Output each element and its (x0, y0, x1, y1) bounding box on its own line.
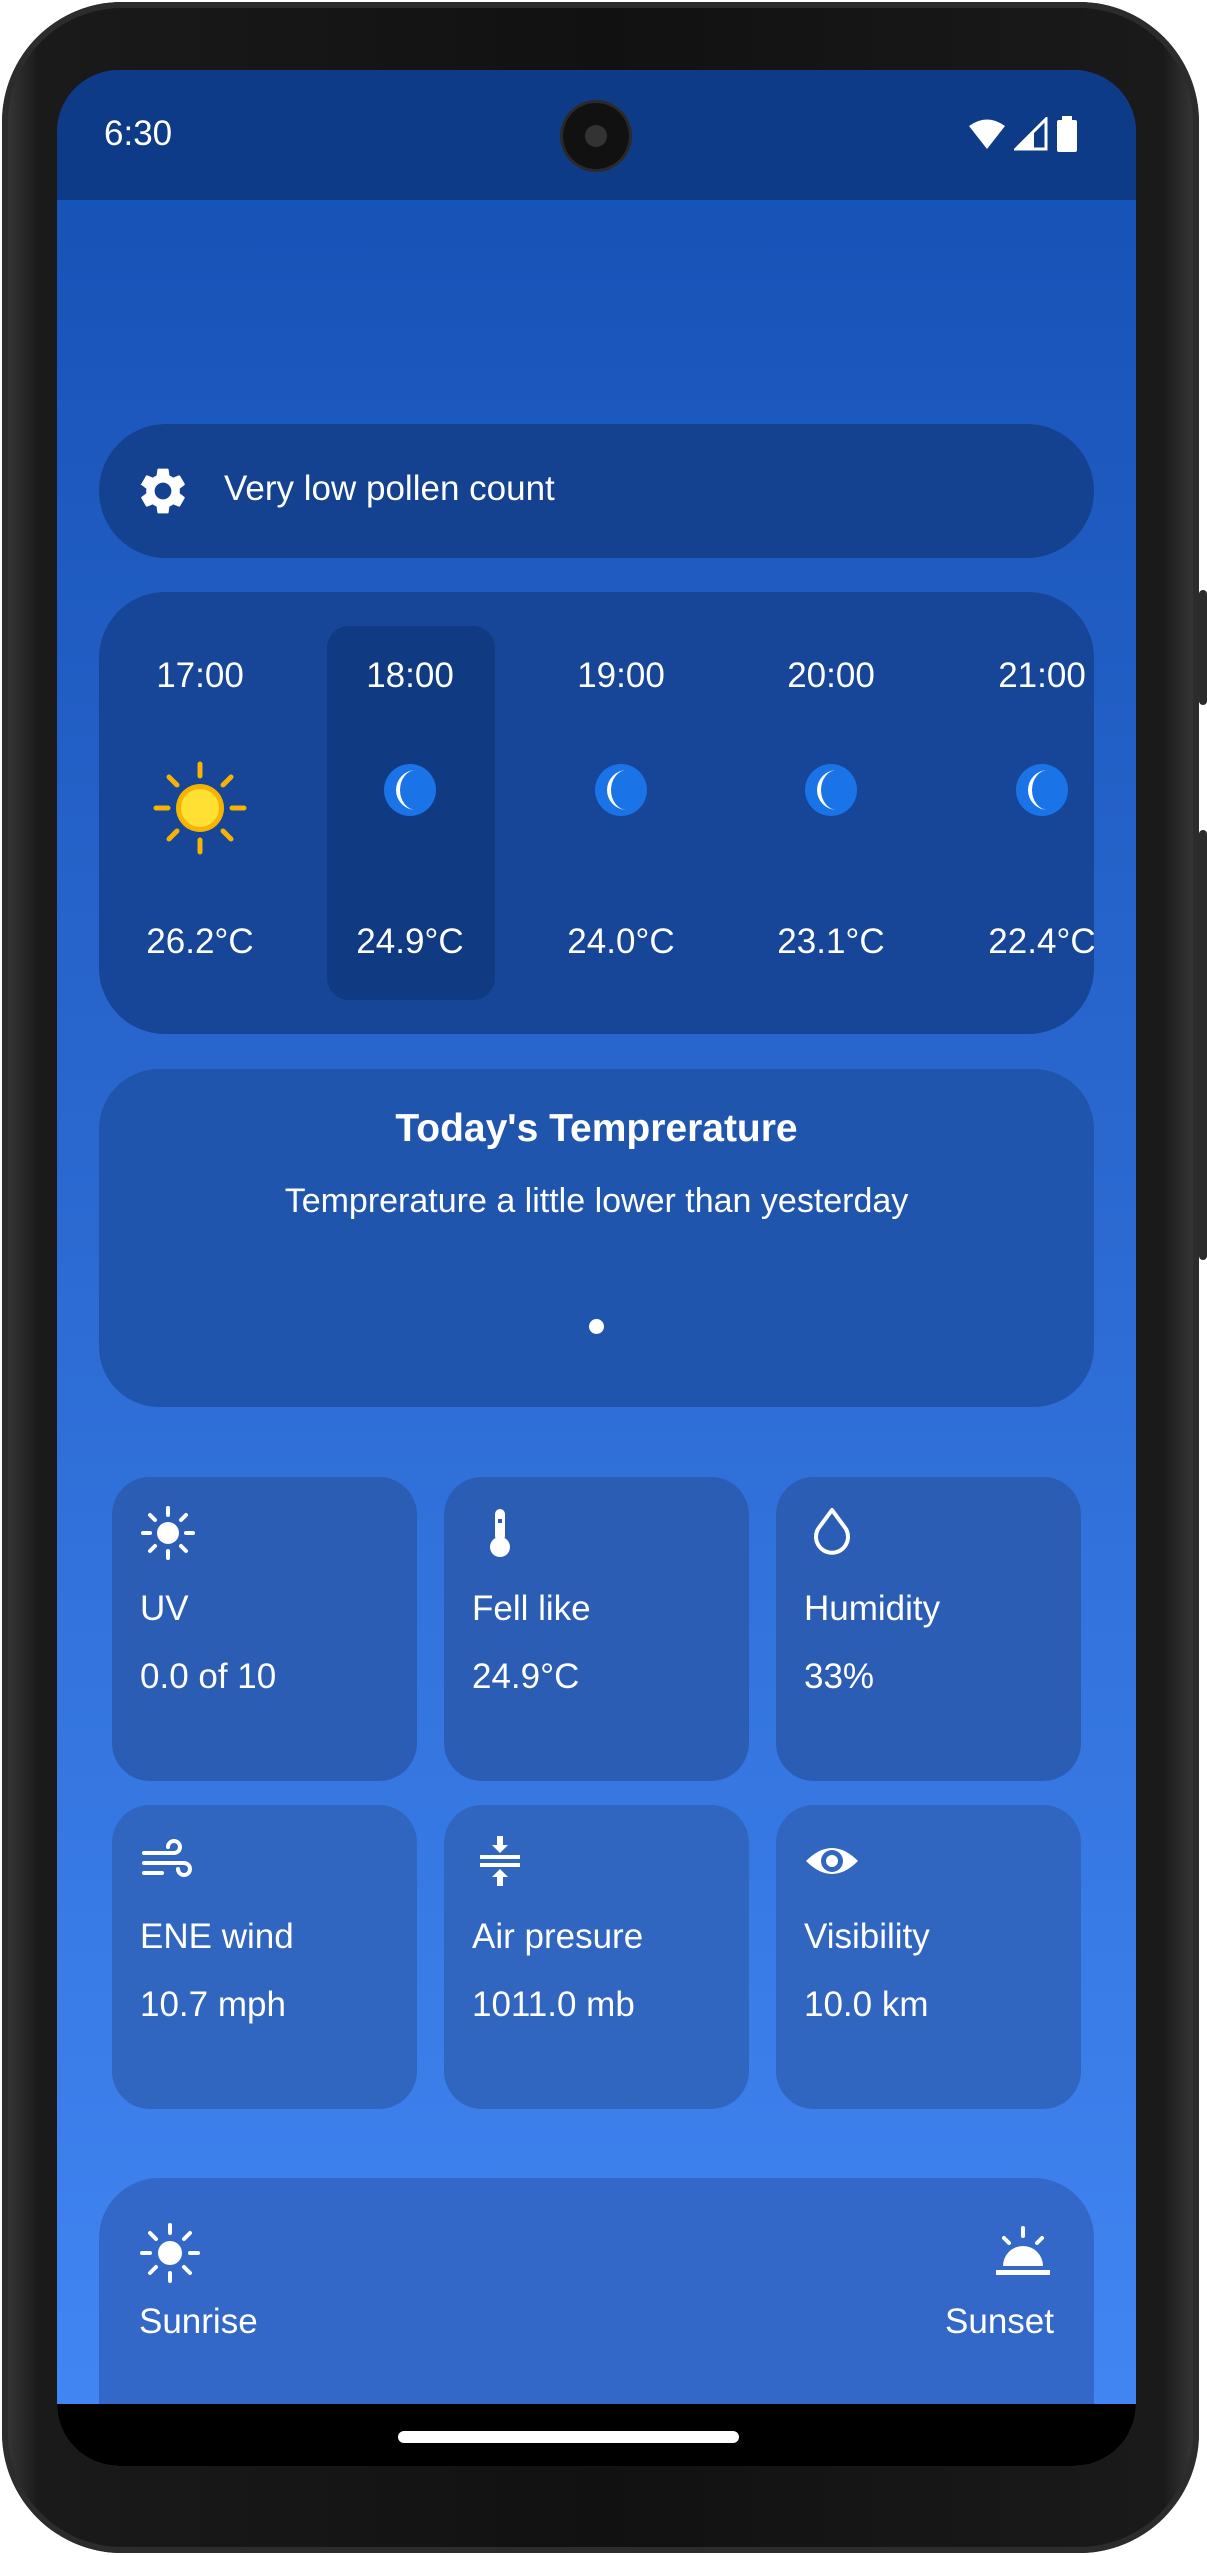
hour-temp: 22.4°C (988, 922, 1094, 961)
eye-icon (806, 1848, 858, 1874)
tile-value: 10.0 km (804, 1985, 929, 2024)
pollen-card[interactable]: Very low pollen count (99, 424, 1094, 558)
temperature-card[interactable]: Today's Temprerature Temprerature a litt… (99, 1069, 1094, 1407)
power-button (1199, 590, 1207, 705)
tile-label: Air presure (472, 1917, 644, 1956)
water-drop-icon (814, 1508, 850, 1555)
hour-time: 17:00 (156, 656, 244, 695)
feels-like-tile[interactable]: Fell like 24.9°C (444, 1477, 749, 1781)
sun-icon (153, 761, 247, 855)
temperature-subtitle: Temprerature a little lower than yesterd… (284, 1182, 909, 1220)
sunset-icon (996, 2226, 1050, 2275)
hour-temp: 23.1°C (777, 922, 885, 961)
sunrise-sunset-card[interactable]: Sunrise Sunset (99, 2178, 1094, 2428)
tile-label: Humidity (804, 1589, 941, 1628)
hour-item[interactable]: 21:00 22.4°C (957, 592, 1094, 1034)
signal-icon (1014, 117, 1048, 151)
moon-icon (805, 764, 857, 816)
tile-value: 0.0 of 10 (140, 1657, 277, 1696)
moon-icon (595, 764, 647, 816)
hour-time: 21:00 (998, 656, 1086, 695)
status-bar: 6:30 (57, 70, 1136, 200)
tile-label: UV (140, 1589, 189, 1628)
wind-icon (142, 1839, 192, 1877)
hour-temp: 24.0°C (567, 922, 675, 961)
uv-tile[interactable]: UV 0.0 of 10 (112, 1477, 417, 1781)
hour-item[interactable]: 17:00 26.2°C (115, 592, 285, 1034)
hour-time: 18:00 (366, 656, 454, 695)
tile-label: Fell like (472, 1589, 591, 1628)
gear-icon (140, 468, 185, 514)
hour-temp: 24.9°C (356, 922, 464, 961)
hour-time: 19:00 (577, 656, 665, 695)
phone-device: 6:30 Very low pollen count 17:00 26.2°C … (0, 0, 1207, 2555)
tile-value: 33% (804, 1657, 875, 1696)
tile-value: 24.9°C (472, 1657, 580, 1696)
hour-item-selected[interactable]: 18:00 24.9°C (325, 592, 495, 1034)
uv-sun-icon (141, 1506, 195, 1560)
thermometer-icon (490, 1509, 510, 1557)
status-time: 6:30 (104, 114, 173, 153)
sunset-label: Sunset (945, 2302, 1054, 2341)
status-icons (968, 114, 1078, 154)
pollen-text: Very low pollen count (224, 469, 555, 508)
air-pressure-tile[interactable]: Air presure 1011.0 mb (444, 1805, 749, 2109)
temperature-title: Today's Temprerature (395, 1107, 798, 1150)
humidity-tile[interactable]: Humidity 33% (776, 1477, 1081, 1781)
home-gesture-bar[interactable] (398, 2431, 739, 2443)
moon-icon (384, 764, 436, 816)
tile-label: ENE wind (140, 1917, 294, 1956)
moon-icon (1016, 764, 1068, 816)
hour-item[interactable]: 20:00 23.1°C (746, 592, 916, 1034)
wifi-icon (969, 119, 1005, 149)
page-indicator-dot (589, 1319, 604, 1334)
app-screen: 6:30 Very low pollen count 17:00 26.2°C … (57, 70, 1136, 2466)
hour-time: 20:00 (787, 656, 875, 695)
volume-button (1199, 830, 1207, 1260)
compress-icon (480, 1836, 520, 1886)
sun-icon (140, 2223, 200, 2283)
hour-item[interactable]: 19:00 24.0°C (536, 592, 706, 1034)
hour-temp: 26.2°C (146, 922, 254, 961)
battery-icon (1057, 116, 1077, 152)
wind-tile[interactable]: ENE wind 10.7 mph (112, 1805, 417, 2109)
tile-label: Visibility (804, 1917, 930, 1956)
visibility-tile[interactable]: Visibility 10.0 km (776, 1805, 1081, 2109)
front-camera (563, 103, 629, 169)
sunrise-label: Sunrise (139, 2302, 258, 2341)
tile-value: 10.7 mph (140, 1985, 286, 2024)
tile-value: 1011.0 mb (472, 1985, 635, 2024)
hourly-forecast[interactable]: 17:00 26.2°C 18:00 24.9°C 19:00 24.0°C 2… (99, 592, 1094, 1034)
